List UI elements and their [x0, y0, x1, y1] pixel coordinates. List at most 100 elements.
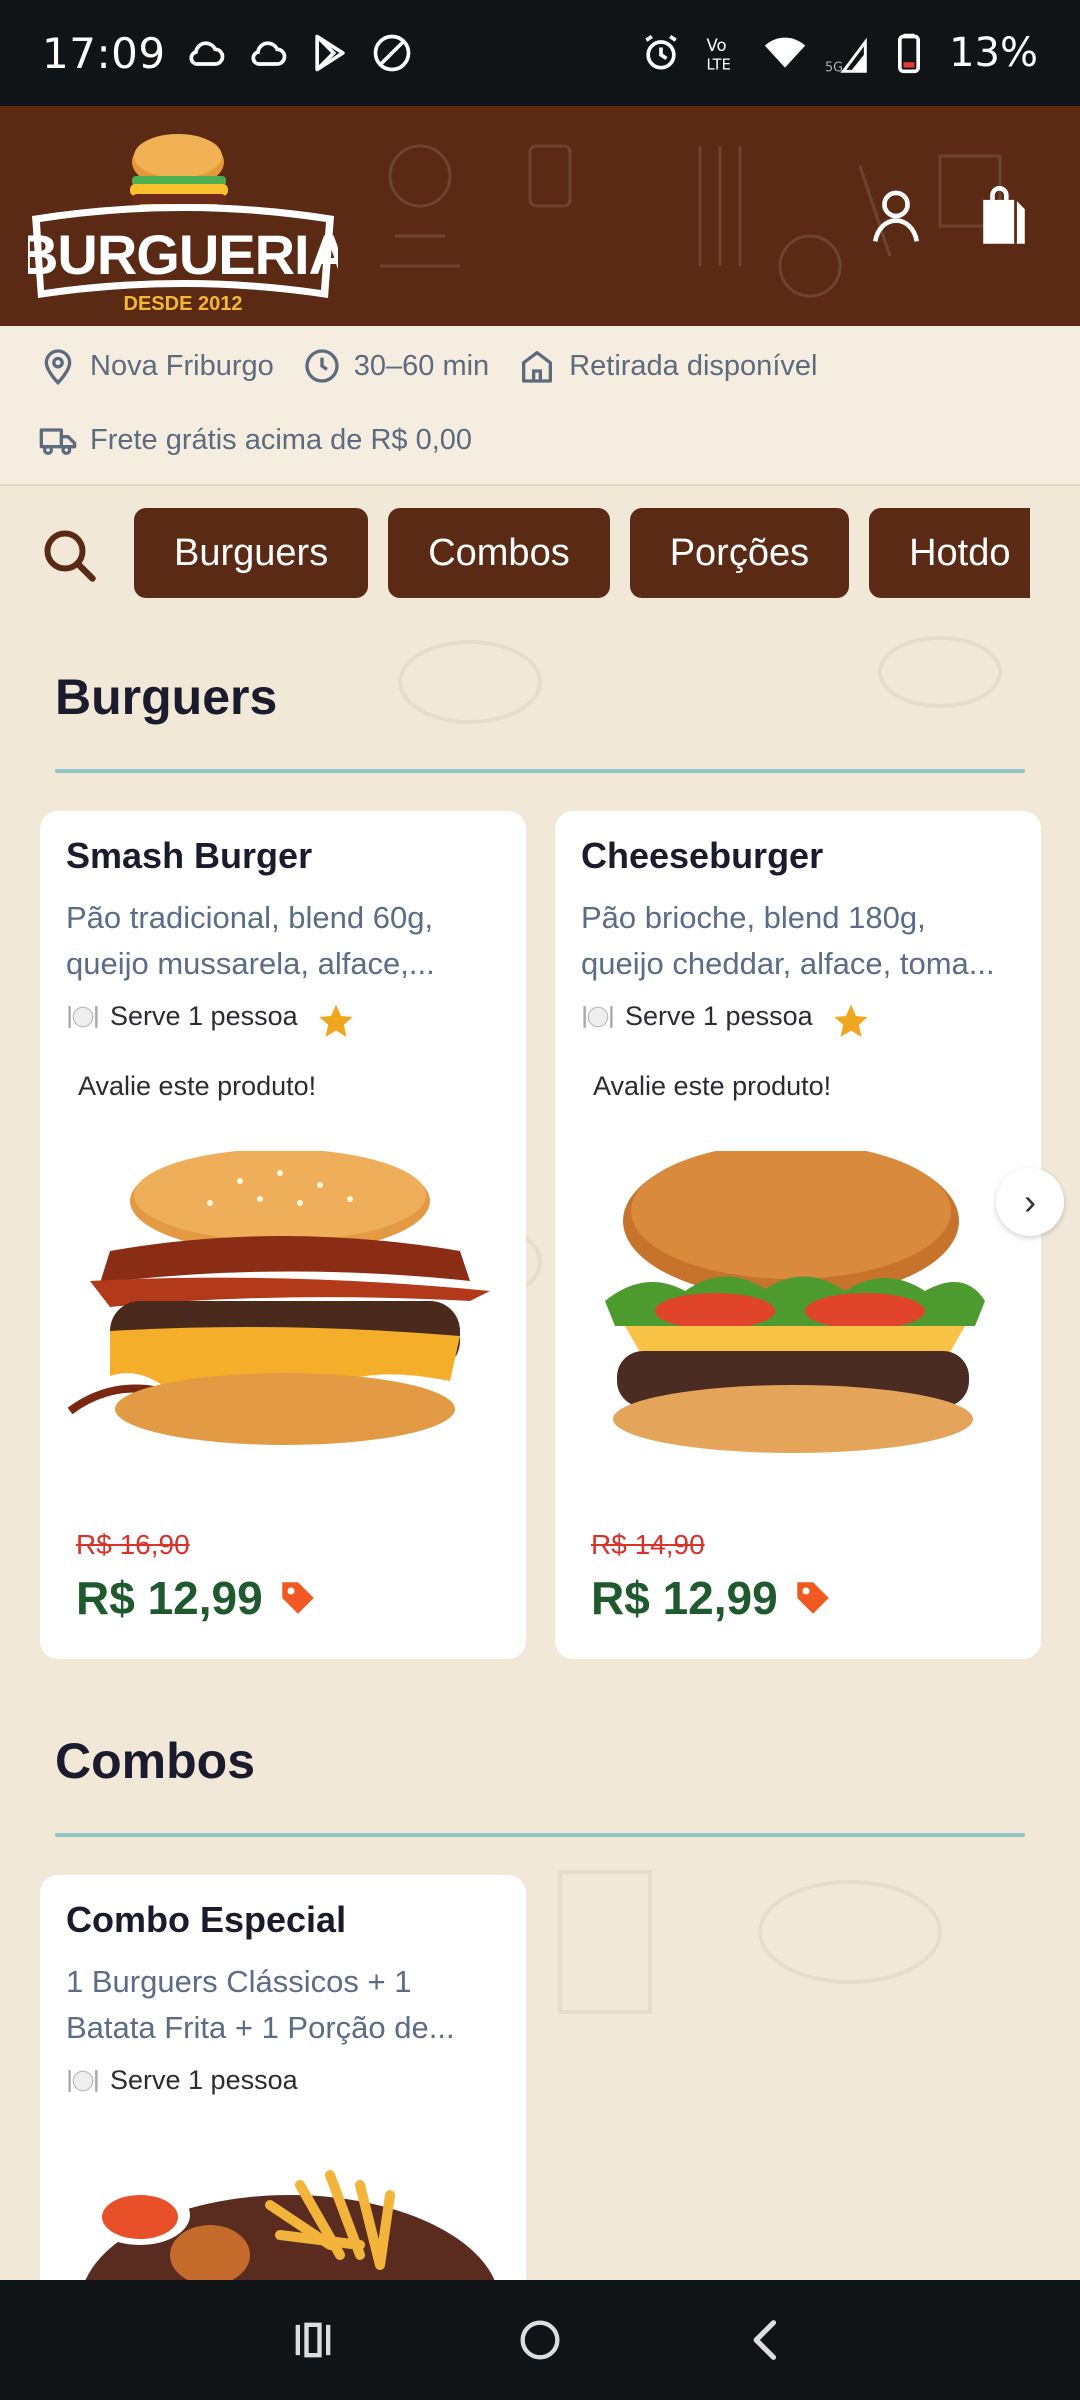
description-line: Batata Frita + 1 Porção de... [66, 2010, 455, 2045]
do-not-disturb-icon [370, 31, 414, 75]
home-icon [520, 2320, 560, 2360]
svg-text:LTE: LTE [707, 57, 731, 74]
price-row: R$ 12,99 [591, 1571, 834, 1625]
section-divider [55, 769, 1025, 773]
description-line: Pão brioche, blend 180g, [581, 900, 926, 935]
truck-icon [39, 428, 77, 455]
product-name: Cheeseburger [581, 835, 824, 876]
app-header: BURGUERIA DESDE 2012 [0, 106, 1080, 326]
old-price: R$ 14,90 [591, 1529, 705, 1560]
home-button[interactable] [500, 2300, 580, 2380]
shipping-text: Frete grátis acima de R$ 0,00 [90, 423, 473, 456]
serves-text: Serve 1 pessoa [110, 1001, 298, 1031]
serves-info: Serve 1 pessoa [66, 1001, 298, 1032]
category-chip-hotdogs[interactable]: Hotdo [869, 508, 1030, 598]
cart-button[interactable] [974, 186, 1034, 246]
svg-text:Vo: Vo [707, 36, 727, 55]
user-icon [872, 190, 920, 242]
chevron-right-icon: › [1024, 1181, 1036, 1222]
price-row: R$ 12,99 [76, 1571, 319, 1625]
plate-cutlery-icon [68, 2069, 98, 2092]
section-title-combos: Combos [55, 1733, 255, 1789]
signal-5g-icon: 5G [825, 31, 869, 75]
back-icon [753, 2320, 776, 2360]
shipping-info: Frete grátis acima de R$ 0,00 [38, 420, 472, 460]
discount-tag-icon [281, 1582, 314, 1614]
cheeseburger-image [605, 1151, 985, 1453]
price: R$ 12,99 [591, 1572, 778, 1624]
status-time: 17:09 [42, 28, 166, 78]
product-description: Pão tradicional, blend 60g, queijo mussa… [66, 895, 506, 987]
category-chip-combos[interactable]: Combos [388, 508, 610, 598]
shopping-bag-icon [983, 186, 1025, 244]
description-line: Pão tradicional, blend 60g, [66, 900, 434, 935]
svg-text:DESDE 2012: DESDE 2012 [124, 293, 243, 315]
description-line: queijo cheddar, alface, toma... [581, 946, 995, 981]
location-pin-icon [44, 349, 72, 386]
category-chip-porcoes[interactable]: Porções [629, 508, 850, 598]
search-icon [44, 530, 96, 582]
pickup-info: Retirada disponível [517, 346, 817, 386]
alarm-icon [639, 31, 683, 75]
location-text: Nova Friburgo [90, 349, 274, 382]
wifi-icon [763, 31, 807, 75]
category-chip-burguers[interactable]: Burguers [134, 508, 369, 598]
info-row: Nova Friburgo 30–60 min Retirada disponí… [38, 346, 817, 386]
pickup-text: Retirada disponível [569, 349, 818, 382]
user-button[interactable] [866, 186, 926, 246]
recent-apps-icon [295, 2322, 331, 2358]
recent-apps-button[interactable] [273, 2300, 353, 2380]
serves-info: Serve 1 pessoa [581, 1001, 813, 1032]
status-left: 17:09 [42, 29, 414, 78]
serves-text: Serve 1 pessoa [110, 2065, 298, 2095]
clock-icon [305, 349, 339, 383]
description-line: queijo mussarela, alface,... [66, 946, 435, 981]
plate-cutlery-icon [583, 1005, 613, 1028]
section-divider [55, 1833, 1025, 1837]
svg-text:BURGUERIA: BURGUERIA [28, 223, 338, 286]
battery-icon [887, 31, 931, 75]
star-icon[interactable] [831, 1001, 871, 1041]
rate-product-text[interactable]: Avalie este produto! [78, 1071, 316, 1102]
store-info-bar: Nova Friburgo 30–60 min Retirada disponí… [0, 326, 1080, 486]
serves-info: Serve 1 pessoa [66, 2065, 298, 2096]
product-card-smash-burger[interactable]: Smash Burger Pão tradicional, blend 60g,… [40, 811, 526, 1659]
product-name: Smash Burger [66, 835, 313, 876]
play-store-icon [308, 31, 352, 75]
product-name: Combo Especial [66, 1899, 347, 1940]
header-actions [866, 186, 1034, 246]
plate-cutlery-icon [68, 1005, 98, 1028]
product-description: 1 Burguers Clássicos + 1 Batata Frita + … [66, 1959, 506, 2051]
search-button[interactable] [40, 526, 100, 586]
system-nav-bar [0, 2280, 1080, 2400]
rate-product-text[interactable]: Avalie este produto! [593, 1071, 831, 1102]
delivery-time-text: 30–60 min [353, 349, 490, 382]
product-description: Pão brioche, blend 180g, queijo cheddar,… [581, 895, 1021, 987]
product-card-cheeseburger[interactable]: Cheeseburger Pão brioche, blend 180g, qu… [555, 811, 1041, 1659]
store-icon [522, 351, 553, 383]
svg-text:5G: 5G [825, 60, 843, 75]
volte-icon: Vo LTE [701, 31, 745, 75]
discount-tag-icon [796, 1582, 829, 1614]
battery-percentage: 13% [949, 30, 1038, 76]
serves-text: Serve 1 pessoa [625, 1001, 813, 1031]
section-title-burguers: Burguers [55, 669, 278, 725]
carousel-next-button[interactable]: › [996, 1168, 1064, 1236]
smash-burger-image [67, 1151, 490, 1445]
cloud-icon [184, 31, 228, 75]
category-nav: Burguers Combos Porções Hotdo [0, 486, 1080, 622]
old-price: R$ 16,90 [76, 1529, 190, 1560]
delivery-time-info: 30–60 min [302, 346, 489, 386]
info-row: Frete grátis acima de R$ 0,00 [38, 420, 472, 460]
back-button[interactable] [727, 2300, 807, 2380]
star-icon[interactable] [316, 1001, 356, 1041]
combo-image [80, 2170, 500, 2295]
burgueria-logo: BURGUERIA DESDE 2012 [28, 134, 338, 315]
product-card-combo-especial[interactable]: Combo Especial 1 Burguers Clássicos + 1 … [40, 1875, 526, 2295]
location-info: Nova Friburgo [38, 346, 274, 386]
price: R$ 12,99 [76, 1572, 263, 1624]
cloud-icon [246, 31, 290, 75]
status-bar: 17:09 Vo LTE 5G 13% [0, 0, 1080, 106]
status-right: Vo LTE 5G 13% [639, 30, 1038, 76]
category-chips: Burguers Combos Porções Hotdo [134, 508, 1030, 600]
